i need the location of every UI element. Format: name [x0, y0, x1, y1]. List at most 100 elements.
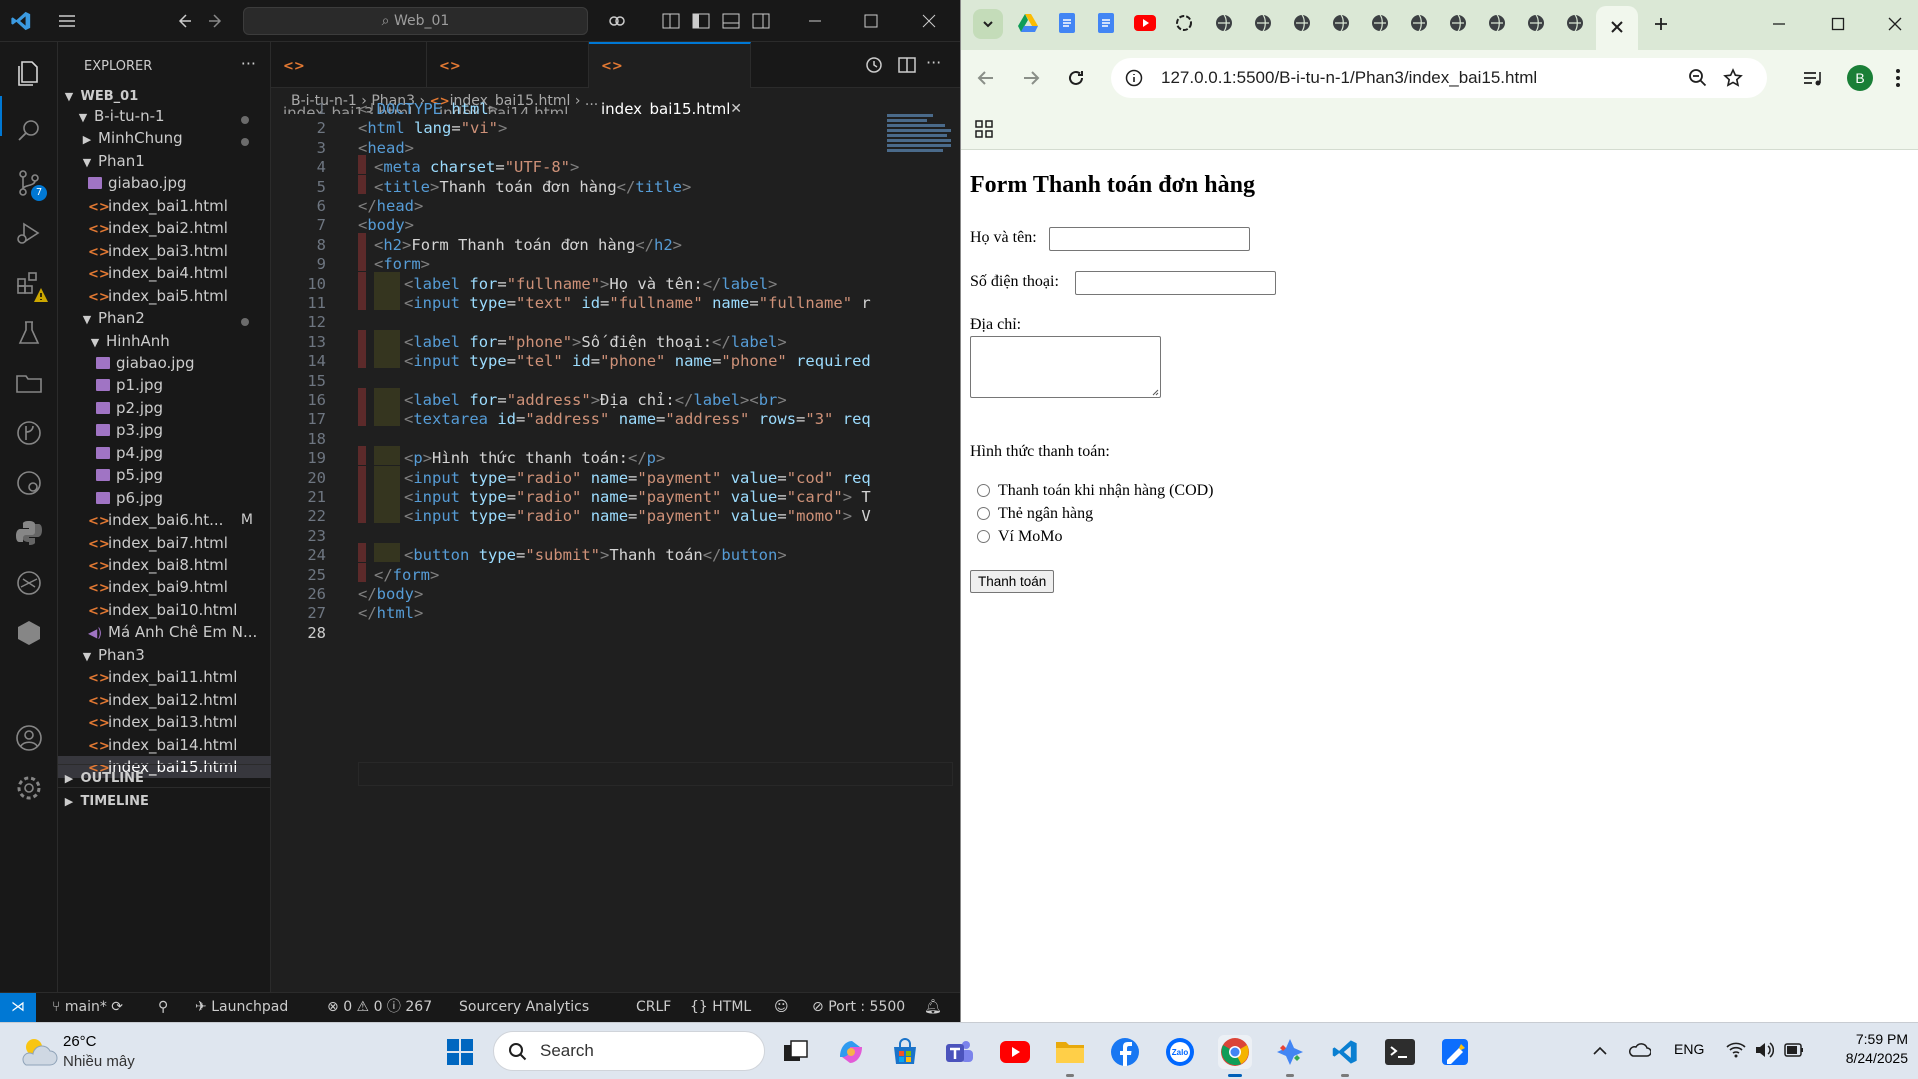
microsoft-store-icon[interactable] [888, 1035, 922, 1069]
remote-indicator-icon[interactable]: ⋊ [0, 993, 36, 1022]
zalo-icon[interactable]: Zalo [1163, 1035, 1197, 1069]
globe-tab-icon[interactable] [1562, 10, 1588, 36]
address-textarea[interactable] [970, 336, 1161, 398]
toggle-sidebar-icon[interactable] [690, 10, 712, 32]
google-docs-tab-icon[interactable] [1054, 10, 1080, 36]
menu-icon[interactable] [56, 10, 78, 32]
taskbar-search-box[interactable]: Search [493, 1031, 765, 1071]
file-item[interactable]: <>index_bai13.html [58, 711, 271, 733]
file-item[interactable]: p2.jpg [58, 397, 271, 419]
file-item[interactable]: <>index_bai14.html [58, 734, 271, 756]
file-item[interactable]: p3.jpg [58, 419, 271, 441]
account-icon[interactable] [13, 722, 45, 754]
history-icon[interactable] [863, 54, 885, 76]
toggle-secondary-sidebar-icon[interactable] [750, 10, 772, 32]
globe-tab-icon[interactable] [1445, 10, 1471, 36]
file-item[interactable]: <>index_bai7.html [58, 532, 271, 554]
customize-layout-icon[interactable] [660, 10, 682, 32]
explorer-icon[interactable] [13, 57, 45, 89]
folder-item[interactable]: ▼ B-i-tu-n-1 [58, 105, 271, 127]
folder-icon[interactable] [13, 367, 45, 399]
close-icon[interactable] [1887, 16, 1903, 32]
folder-item[interactable]: ▼ HinhAnh [58, 330, 271, 352]
hexagon-extension-icon[interactable] [13, 617, 45, 649]
teams-icon[interactable] [942, 1035, 976, 1069]
submit-payment-button[interactable]: Thanh toán [970, 570, 1055, 593]
globe-tab-icon[interactable] [1523, 10, 1549, 36]
file-item[interactable]: <>index_bai9.html [58, 576, 271, 598]
site-info-icon[interactable] [1125, 69, 1143, 87]
paint-app-icon[interactable] [1438, 1035, 1472, 1069]
volume-icon[interactable] [1754, 1041, 1774, 1059]
globe-tab-icon[interactable] [1406, 10, 1432, 36]
globe-tab-icon[interactable] [1211, 10, 1237, 36]
problems-status[interactable]: ⊗ 0 ⚠ 0 ⓘ 267 [327, 993, 432, 1022]
input-language[interactable]: ENG [1674, 1041, 1704, 1057]
tab-index-bai15[interactable]: <>index_bai15.html ✕ [589, 42, 751, 118]
start-windows-icon[interactable] [443, 1035, 477, 1069]
forward-arrow-icon[interactable] [206, 10, 228, 32]
battery-icon[interactable] [1784, 1043, 1804, 1057]
fullname-input[interactable] [1049, 227, 1250, 251]
sourcery-status[interactable]: Sourcery Analytics [459, 993, 589, 1022]
wifi-icon[interactable] [1726, 1041, 1746, 1059]
more-actions-icon[interactable]: ··· [926, 53, 941, 72]
file-item[interactable]: p5.jpg [58, 464, 271, 486]
source-control-icon[interactable]: 7 [13, 167, 47, 201]
gitlens-icon[interactable] [13, 417, 45, 449]
file-item[interactable]: <>index_bai5.html [58, 285, 271, 307]
code-editor[interactable]: 1 <!DOCTYPE html> 2 <html lang="vi"> 3 <head>… [271, 100, 960, 992]
gemini-app-icon[interactable] [1273, 1035, 1307, 1077]
globe-tab-icon[interactable] [1250, 10, 1276, 36]
python-icon[interactable] [13, 517, 45, 549]
tab-index-bai14[interactable]: <>index_bai14.html [427, 42, 589, 122]
globe-tab-icon[interactable] [1367, 10, 1393, 36]
active-tab[interactable] [1596, 6, 1638, 50]
forward-arrow-icon[interactable] [1020, 67, 1042, 89]
globe-tab-icon[interactable] [1289, 10, 1315, 36]
file-item[interactable]: <>index_bai6.ht... M [58, 509, 271, 531]
file-item[interactable]: <>index_bai2.html [58, 217, 271, 239]
clock[interactable]: 7:59 PM 8/24/2025 [1824, 1031, 1908, 1066]
file-item[interactable]: giabao.jpg [58, 352, 271, 374]
chevron-up-icon[interactable] [1592, 1043, 1608, 1059]
timeline-section[interactable]: ▶ TIMELINE [58, 787, 271, 814]
chatgpt-tab-icon[interactable] [1171, 10, 1197, 36]
payment-radio-card[interactable] [977, 507, 990, 520]
file-item[interactable]: p6.jpg [58, 487, 271, 509]
address-bar[interactable]: 127.0.0.1:5500/B-i-tu-n-1/Phan3/index_ba… [1111, 58, 1767, 98]
phone-input[interactable] [1075, 271, 1276, 295]
payment-radio-momo[interactable] [977, 530, 990, 543]
close-tab-icon[interactable] [1610, 20, 1624, 34]
live-server-status[interactable]: ⊘ Port : 5500 [812, 993, 905, 1022]
command-center-search[interactable]: ⌕ Web_01 [243, 7, 588, 35]
google-drive-tab-icon[interactable] [1015, 10, 1041, 36]
file-item[interactable]: p4.jpg [58, 442, 271, 464]
branch-status[interactable]: ⑂ main* ⟳ [52, 993, 123, 1022]
more-actions-icon[interactable]: ··· [241, 54, 256, 73]
extensions-icon[interactable] [13, 267, 48, 302]
minimize-icon[interactable] [804, 10, 826, 32]
onedrive-cloud-icon[interactable] [1629, 1040, 1651, 1060]
globe-tab-icon[interactable] [1484, 10, 1510, 36]
bookmark-star-icon[interactable] [1723, 68, 1743, 88]
resize-handle-icon[interactable] [1151, 388, 1159, 396]
task-view-icon[interactable] [779, 1035, 813, 1069]
facebook-icon[interactable] [1108, 1035, 1142, 1069]
zoom-icon[interactable] [1688, 68, 1708, 88]
globe-tab-icon[interactable] [1328, 10, 1354, 36]
copilot-status-icon[interactable]: ☺ [774, 993, 789, 1022]
toggle-panel-icon[interactable] [720, 10, 742, 32]
weather-widget[interactable]: 26°C Nhiều mây [18, 1033, 238, 1073]
media-control-icon[interactable] [1801, 67, 1823, 89]
minimize-icon[interactable] [1771, 16, 1787, 32]
profile-avatar[interactable]: B [1847, 65, 1873, 91]
back-arrow-icon[interactable] [172, 10, 194, 32]
folder-item[interactable]: ▼ Phan1 [58, 150, 271, 172]
youtube-app-icon[interactable] [998, 1035, 1032, 1069]
chrome-app-icon[interactable] [1218, 1035, 1252, 1077]
folder-item[interactable]: ▶ MinhChung [58, 127, 271, 149]
split-editor-icon[interactable] [896, 54, 918, 76]
file-item[interactable]: <>index_bai12.html [58, 689, 271, 711]
maximize-icon[interactable] [1830, 16, 1846, 32]
